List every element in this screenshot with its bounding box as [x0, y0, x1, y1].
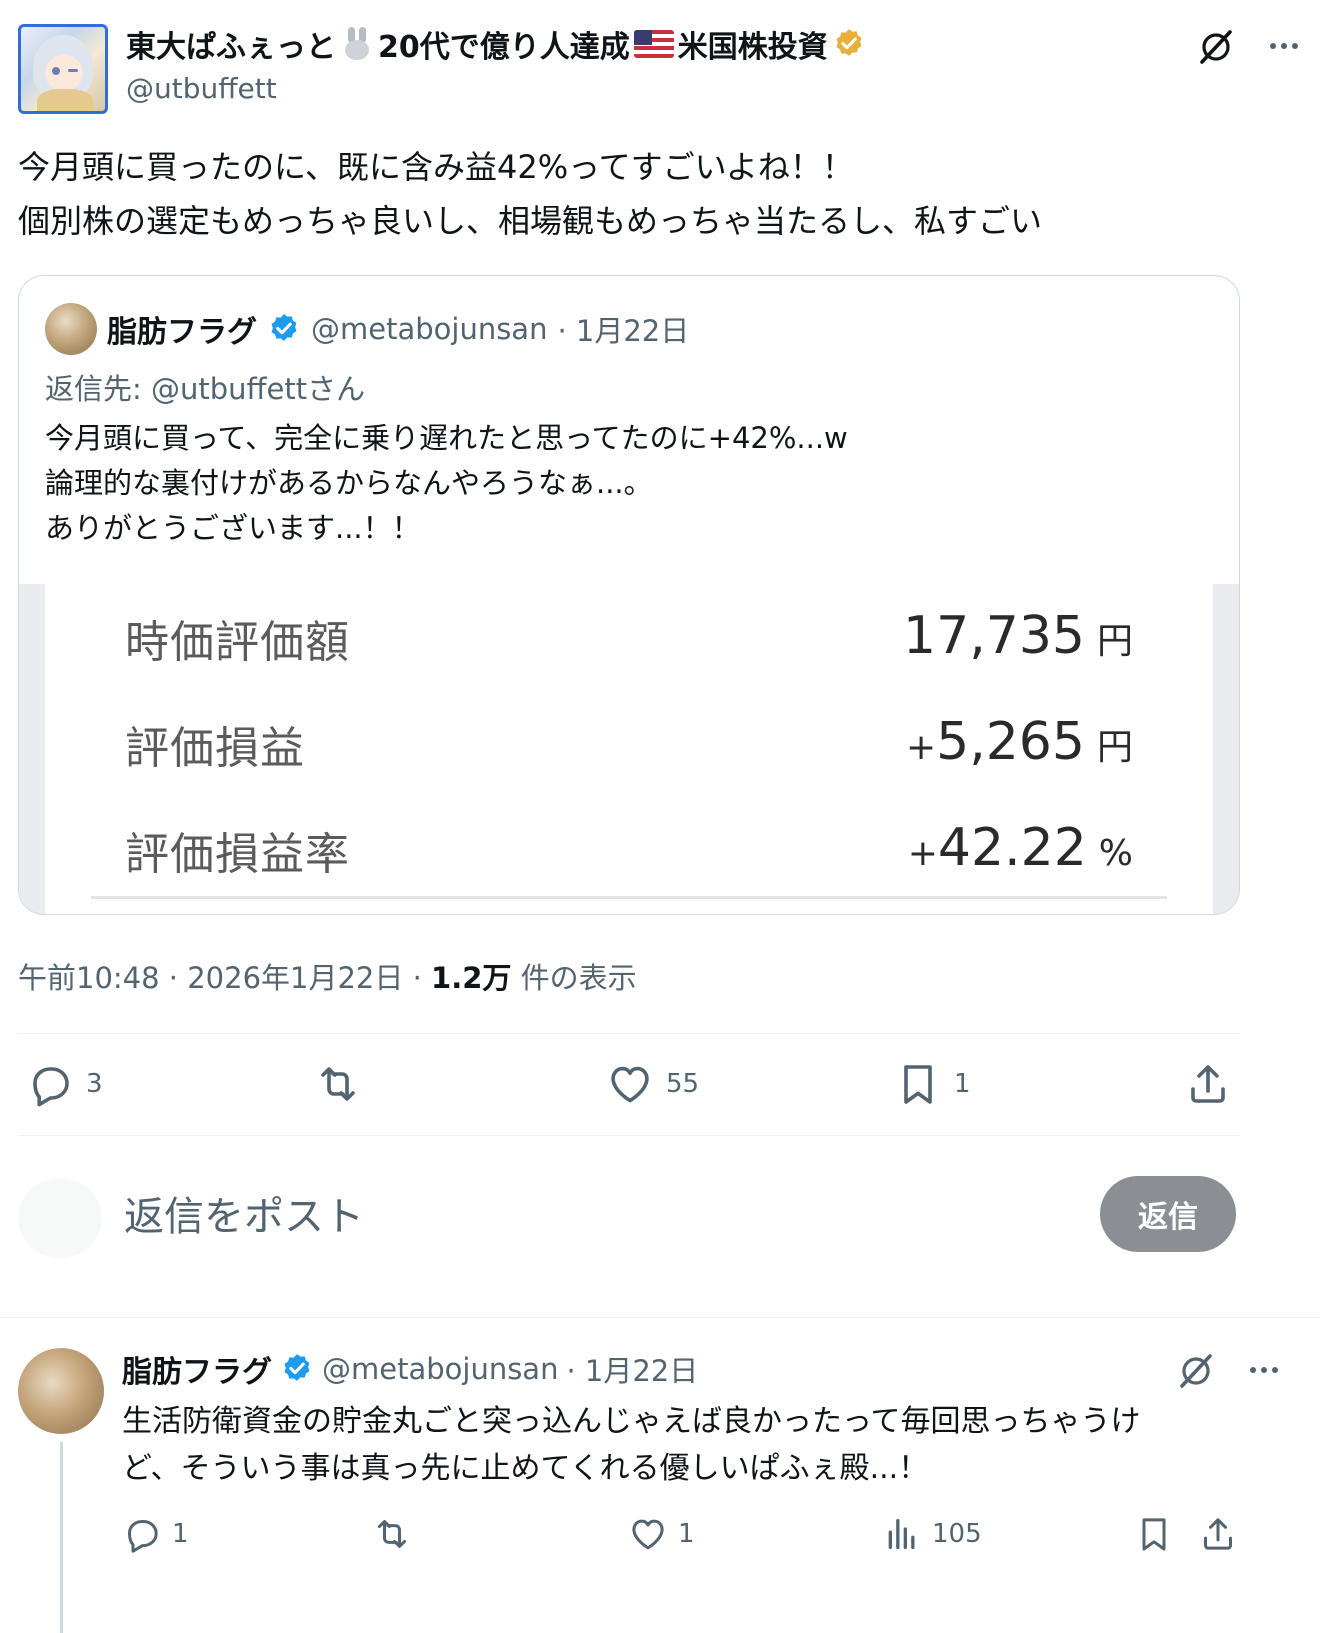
tweet-detail-page: 東大ぱふぇっと 20代で億り人達成 米国株投資 @utbuffett 今月頭に買… [0, 0, 1320, 1633]
bookmark-button[interactable]: 1 [894, 1060, 971, 1108]
reply-button[interactable]: 3 [26, 1060, 103, 1108]
unrealized-gain-label: 評価損益 [125, 723, 305, 774]
tweet-action-bar: 3 55 1 [18, 1060, 1240, 1116]
more-options-icon[interactable] [1266, 28, 1302, 64]
view-count-label: 件の表示 [511, 961, 637, 995]
tweet-timestamp[interactable]: 午前10:48 · 2026年1月22日 · [18, 961, 431, 995]
unrealized-gain-rate: +42.22% [908, 818, 1133, 878]
quoted-reply-to: 返信先: @utbuffettさん [45, 372, 366, 406]
heart-icon [611, 1066, 649, 1103]
author-name-part3: 米国株投資 [677, 30, 828, 65]
reply-submit-button[interactable]: 返信 [1100, 1176, 1236, 1252]
reply-input[interactable]: 返信をポスト [124, 1184, 364, 1242]
reply-tweet-header: 脂肪フラグ @metabojunsan · 1月22日 [122, 1346, 698, 1392]
reply-icon [33, 1067, 69, 1107]
reply-composer: 返信をポスト 返信 [18, 1174, 1240, 1258]
quoted-tweet-text: 今月頭に買って、完全に乗り遅れたと思ってたのに+42%...w 論理的な裏付けが… [45, 421, 848, 545]
reply-tweet[interactable]: 脂肪フラグ @metabojunsan · 1月22日 生活防衛資金の貯金丸ごと… [0, 1318, 1320, 1633]
market-value-unit: 円 [1096, 621, 1133, 662]
retweet-icon [378, 1520, 406, 1548]
reply-icon [128, 1520, 158, 1553]
like-button[interactable]: 1 [628, 1514, 695, 1554]
unrealized-gain-rate-row: 評価損益率 +42.22% [125, 818, 1133, 880]
share-icon [1191, 1065, 1225, 1103]
more-options-icon[interactable] [1246, 1352, 1282, 1388]
grok-icon[interactable] [1176, 1350, 1216, 1390]
reply-tweet-text: 生活防衛資金の貯金丸ごと突っ込んじゃえば良かったって毎回思っちゃうけ ど、そうい… [122, 1404, 1141, 1486]
quoted-tweet-card[interactable]: 脂肪フラグ @metabojunsan · 1月22日 返信先: @utbuff… [18, 275, 1240, 915]
reply-button[interactable]: 1 [122, 1514, 189, 1554]
current-user-avatar [18, 1178, 102, 1258]
tweet-meta: 午前10:48 · 2026年1月22日 · 1.2万 件の表示 [18, 955, 637, 997]
reply-count: 3 [86, 1069, 103, 1099]
author-name[interactable]: 東大ぱふぇっと 20代で億り人達成 米国株投資 [126, 22, 866, 66]
bookmark-count: 1 [954, 1069, 971, 1099]
thread-line [60, 1442, 63, 1633]
author-avatar[interactable] [18, 24, 108, 114]
tweet-text: 今月頭に買ったのに、既に含み益42%ってすごいよね！！ 個別株の選定もめっちゃ良… [18, 148, 1043, 240]
bookmark-icon [904, 1065, 932, 1104]
main-tweet-header: 東大ぱふぇっと 20代で億り人達成 米国株投資 @utbuffett [18, 22, 1302, 114]
share-button[interactable] [1184, 1060, 1232, 1108]
retweet-icon [321, 1067, 355, 1101]
market-value-number: 17,735 [903, 606, 1085, 666]
verified-gold-badge-icon [836, 29, 862, 56]
heart-icon [632, 1519, 664, 1550]
unrealized-gain-number: 5,265 [936, 712, 1085, 772]
verified-blue-badge-icon [271, 314, 297, 341]
divider [18, 1135, 1240, 1136]
us-flag-emoji-icon [633, 30, 674, 58]
views-button[interactable]: 105 [882, 1514, 982, 1554]
quoted-tweet-image[interactable]: 時価評価額 17,735 円 評価損益 +5,265 円 評価損益率 +42.22% [19, 584, 1239, 914]
retweet-button[interactable] [372, 1514, 422, 1554]
unrealized-gain-unit: 円 [1096, 727, 1133, 768]
portfolio-summary-panel: 時価評価額 17,735 円 評価損益 +5,265 円 評価損益率 +42.22% [45, 584, 1213, 914]
reply-action-bar: 1 1 105 [122, 1514, 1240, 1558]
unrealized-gain-rate-sign: + [907, 833, 938, 874]
market-value-row: 時価評価額 17,735 円 [125, 606, 1133, 668]
quoted-author-handle: @metabojunsan [311, 312, 548, 346]
unrealized-gain-sign: + [905, 727, 937, 768]
quoted-tweet-header: 脂肪フラグ @metabojunsan · 1月22日 [45, 302, 689, 356]
rabbit-emoji-icon [340, 27, 374, 61]
view-count: 1.2万 [431, 961, 512, 995]
like-button[interactable]: 55 [606, 1060, 699, 1108]
unrealized-gain-row: 評価損益 +5,265 円 [125, 712, 1133, 774]
view-count: 105 [932, 1519, 982, 1549]
reply-author-name[interactable]: 脂肪フラグ [122, 1347, 272, 1391]
unrealized-gain-rate-label: 評価損益率 [125, 829, 350, 880]
like-count: 55 [666, 1069, 700, 1099]
quoted-author-avatar [45, 303, 97, 355]
panel-divider [91, 896, 1167, 899]
divider [18, 1033, 1240, 1034]
unrealized-gain-rate-number: 42.22 [937, 818, 1087, 878]
author-handle[interactable]: @utbuffett [126, 72, 277, 105]
unrealized-gain: +5,265 円 [906, 712, 1133, 772]
bookmark-icon [1142, 1518, 1166, 1551]
quoted-tweet-date: · 1月22日 [557, 314, 690, 348]
market-value: 17,735 円 [903, 606, 1133, 666]
author-name-part1: 東大ぱふぇっと [126, 30, 336, 65]
like-count: 1 [678, 1519, 695, 1549]
market-value-label: 時価評価額 [125, 617, 350, 668]
share-icon [1204, 1518, 1232, 1550]
reply-count: 1 [172, 1519, 189, 1549]
reply-author-avatar[interactable] [18, 1348, 104, 1434]
bookmark-button[interactable] [1134, 1514, 1174, 1554]
grok-icon[interactable] [1196, 26, 1236, 66]
analytics-icon [888, 1519, 915, 1549]
reply-tweet-date[interactable]: · 1月22日 [566, 1348, 698, 1390]
author-name-part2: 20代で億り人達成 [378, 30, 630, 65]
share-button[interactable] [1198, 1514, 1238, 1554]
verified-blue-badge-icon [284, 1354, 310, 1381]
quoted-author-name: 脂肪フラグ [107, 315, 257, 350]
retweet-button[interactable] [314, 1060, 374, 1108]
reply-author-handle[interactable]: @metabojunsan [322, 1352, 558, 1386]
unrealized-gain-rate-unit: % [1098, 833, 1133, 874]
